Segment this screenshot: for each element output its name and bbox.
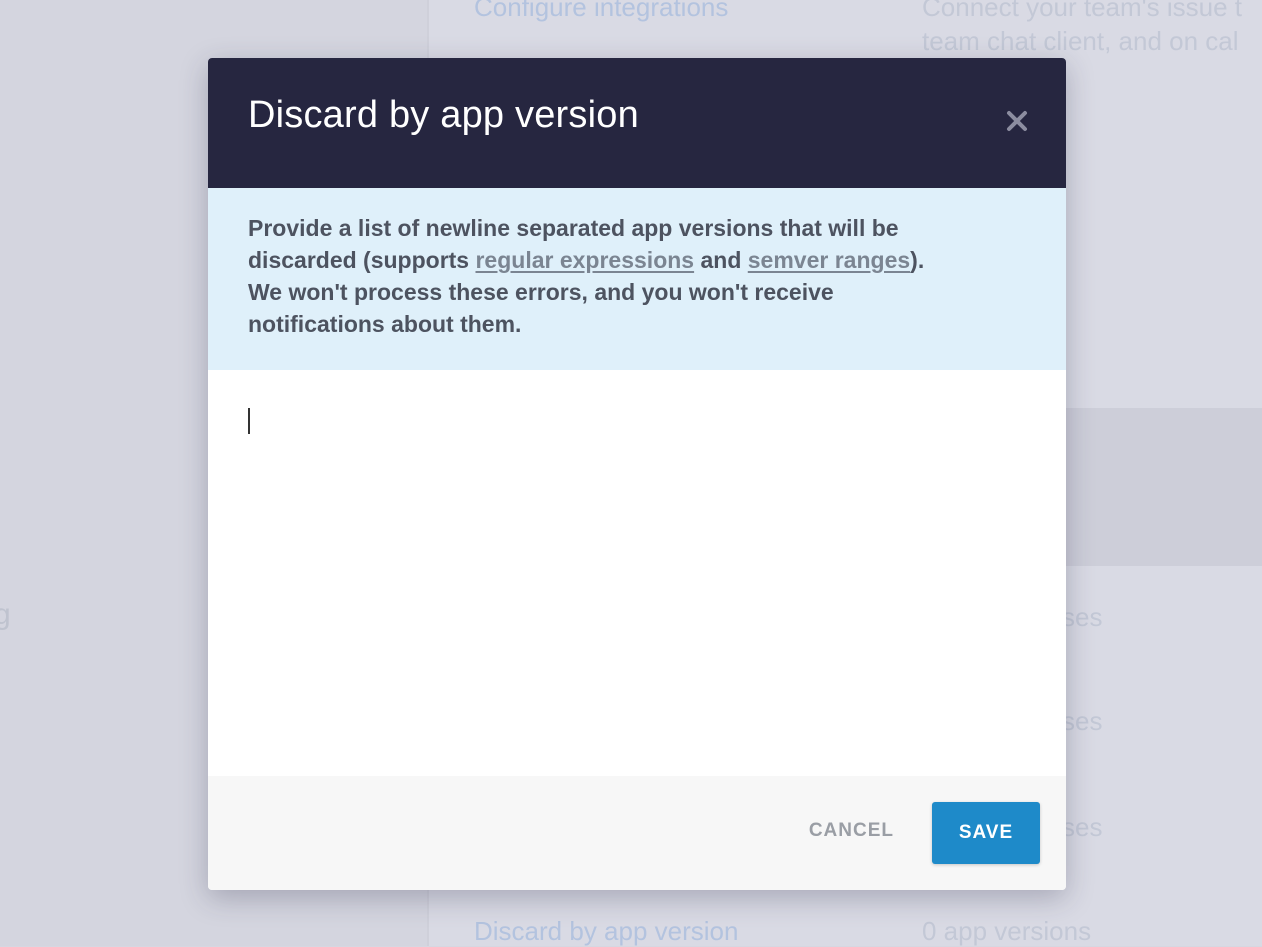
- semver-ranges-link[interactable]: semver ranges: [748, 247, 910, 273]
- background-discard-by-app-version-link: Discard by app version: [474, 916, 739, 946]
- background-description-line1: Connect your team's issue t: [922, 0, 1242, 22]
- background-row-value: ses: [1062, 812, 1103, 842]
- dialog-header: Discard by app version: [208, 58, 1066, 188]
- info-text: Provide a list of newline separated app …: [248, 212, 948, 340]
- dialog-title: Discard by app version: [248, 94, 639, 136]
- dialog-footer: CANCEL SAVE: [208, 776, 1066, 890]
- info-box: Provide a list of newline separated app …: [208, 188, 1066, 370]
- background-partial-letter: g: [0, 598, 11, 631]
- close-icon: [1007, 111, 1027, 131]
- background-row-value: ses: [1062, 602, 1103, 632]
- background-description-line2: team chat client, and on cal: [922, 26, 1239, 56]
- versions-textarea[interactable]: [236, 398, 1036, 748]
- save-button[interactable]: SAVE: [932, 802, 1040, 864]
- background-configure-integrations-link: Configure integrations: [474, 0, 729, 22]
- regular-expressions-link[interactable]: regular expressions: [475, 247, 694, 273]
- close-button[interactable]: [1004, 108, 1030, 134]
- discard-app-version-dialog: Discard by app version Provide a list of…: [208, 58, 1066, 890]
- background-app-versions-count: 0 app versions: [922, 916, 1092, 946]
- versions-editor: [208, 370, 1066, 776]
- text-cursor: [248, 408, 250, 434]
- cancel-button[interactable]: CANCEL: [809, 820, 894, 842]
- background-row-value: ses: [1062, 706, 1103, 736]
- info-text-part: and: [694, 247, 748, 273]
